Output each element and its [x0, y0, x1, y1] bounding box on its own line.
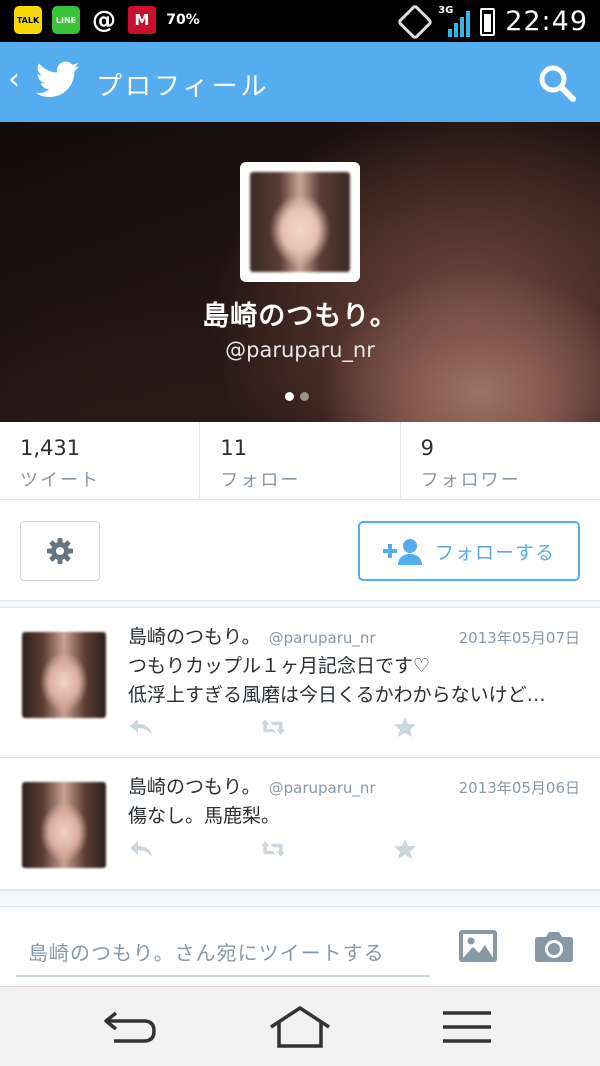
stat-label: ツイート	[20, 470, 100, 491]
status-bar: TALK LINE @ M 70% 3G 22:49	[0, 0, 600, 42]
menu-icon	[443, 1011, 491, 1043]
stat-label: フォロー	[220, 470, 301, 491]
follow-button[interactable]: フォローする	[358, 521, 580, 581]
signal-icon: 3G	[438, 5, 471, 37]
gear-icon	[47, 538, 73, 564]
add-user-icon	[382, 539, 422, 565]
notification-icons: TALK LINE @ M 70%	[14, 6, 200, 34]
profile-avatar[interactable]	[240, 162, 360, 282]
search-icon[interactable]	[536, 62, 578, 104]
screen-rotation-icon	[396, 3, 434, 40]
nav-back-icon	[104, 1011, 156, 1043]
tweet-author-handle: @paruparu_nr	[268, 779, 376, 797]
profile-stats: 1,431 ツイート 11 フォロー 9 フォロワー	[0, 422, 600, 500]
battery-percent-icon: 70%	[166, 12, 200, 28]
tweet-avatar[interactable]	[22, 632, 106, 718]
tweet-item[interactable]: 島崎のつもり。 @paruparu_nr 2013年05月07日 つもりカップル…	[0, 608, 600, 758]
profile-handle: @paruparu_nr	[225, 338, 375, 362]
app-bar: ‹ プロフィール	[0, 42, 600, 122]
nav-home-button[interactable]	[265, 1001, 335, 1053]
camera-icon[interactable]	[534, 929, 574, 963]
line-icon: LINE	[52, 6, 80, 34]
system-nav-bar	[0, 986, 600, 1066]
tweet-date: 2013年05月06日	[458, 779, 580, 797]
profile-banner[interactable]: 島崎のつもり。 @paruparu_nr	[0, 122, 600, 422]
stat-count: 1,431	[20, 436, 81, 460]
carousel-dot-active[interactable]	[285, 392, 294, 401]
tweet-author-name: 島崎のつもり。	[128, 626, 261, 648]
twitter-bird-icon[interactable]	[36, 60, 80, 100]
home-icon	[270, 1006, 330, 1048]
tweet-item[interactable]: 島崎のつもり。 @paruparu_nr 2013年05月06日 傷なし。馬鹿梨…	[0, 758, 600, 890]
reply-icon[interactable]	[128, 716, 154, 738]
retweet-icon[interactable]	[260, 716, 286, 738]
at-mail-icon: @	[92, 6, 116, 34]
battery-icon	[480, 7, 496, 36]
tweet-actions	[128, 716, 418, 738]
tweet-text: 傷なし。馬鹿梨。	[128, 802, 580, 831]
tweet-avatar[interactable]	[22, 782, 106, 868]
tweet-text: つもりカップル１ヶ月記念日です♡ 低浮上すぎる風磨は今日くるかわからないけど…	[128, 652, 580, 710]
settings-button[interactable]	[20, 521, 100, 581]
retweet-icon[interactable]	[260, 838, 286, 860]
tweet-author-handle: @paruparu_nr	[268, 629, 376, 647]
tweet-composer: 島崎のつもり。さん宛にツイートする	[0, 906, 600, 986]
page-title: プロフィール	[96, 72, 270, 102]
stat-followers[interactable]: 9 フォロワー	[401, 422, 600, 499]
stat-tweets[interactable]: 1,431 ツイート	[0, 422, 201, 499]
chevron-left-icon[interactable]: ‹	[8, 62, 20, 98]
kakaotalk-icon: TALK	[14, 6, 42, 34]
tweet-text-line: 傷なし。馬鹿梨。	[128, 805, 281, 827]
reply-icon[interactable]	[128, 838, 154, 860]
tweet-author-name: 島崎のつもり。	[128, 776, 261, 798]
divider	[0, 600, 600, 608]
stat-label: フォロワー	[420, 470, 521, 491]
tweet-header: 島崎のつもり。 @paruparu_nr 2013年05月07日	[128, 622, 580, 648]
mcafee-icon: M	[128, 6, 156, 34]
divider	[0, 890, 600, 906]
tweet-header: 島崎のつもり。 @paruparu_nr 2013年05月06日	[128, 772, 580, 798]
carousel-dot[interactable]	[300, 392, 309, 401]
reply-input[interactable]: 島崎のつもり。さん宛にツイートする	[16, 933, 430, 977]
nav-menu-button[interactable]	[432, 1001, 502, 1053]
stat-following[interactable]: 11 フォロー	[200, 422, 401, 499]
favorite-star-icon[interactable]	[392, 716, 418, 738]
stat-count: 9	[420, 436, 435, 460]
carousel-indicator[interactable]	[285, 392, 309, 401]
profile-name: 島崎のつもり。	[202, 301, 398, 332]
tweet-actions	[128, 838, 418, 860]
tweet-text-line: つもりカップル１ヶ月記念日です♡	[128, 655, 431, 677]
favorite-star-icon[interactable]	[392, 838, 418, 860]
tweet-date: 2013年05月07日	[458, 629, 580, 647]
tweet-text-line: 低浮上すぎる風磨は今日くるかわからないけど…	[128, 684, 546, 706]
image-icon[interactable]	[458, 929, 498, 963]
follow-button-label: フォローする	[434, 541, 555, 564]
nav-back-button[interactable]	[95, 1001, 165, 1053]
avatar-image	[250, 172, 350, 272]
profile-actions: フォローする	[0, 500, 600, 600]
clock: 22:49	[505, 6, 588, 37]
stat-count: 11	[220, 436, 248, 460]
